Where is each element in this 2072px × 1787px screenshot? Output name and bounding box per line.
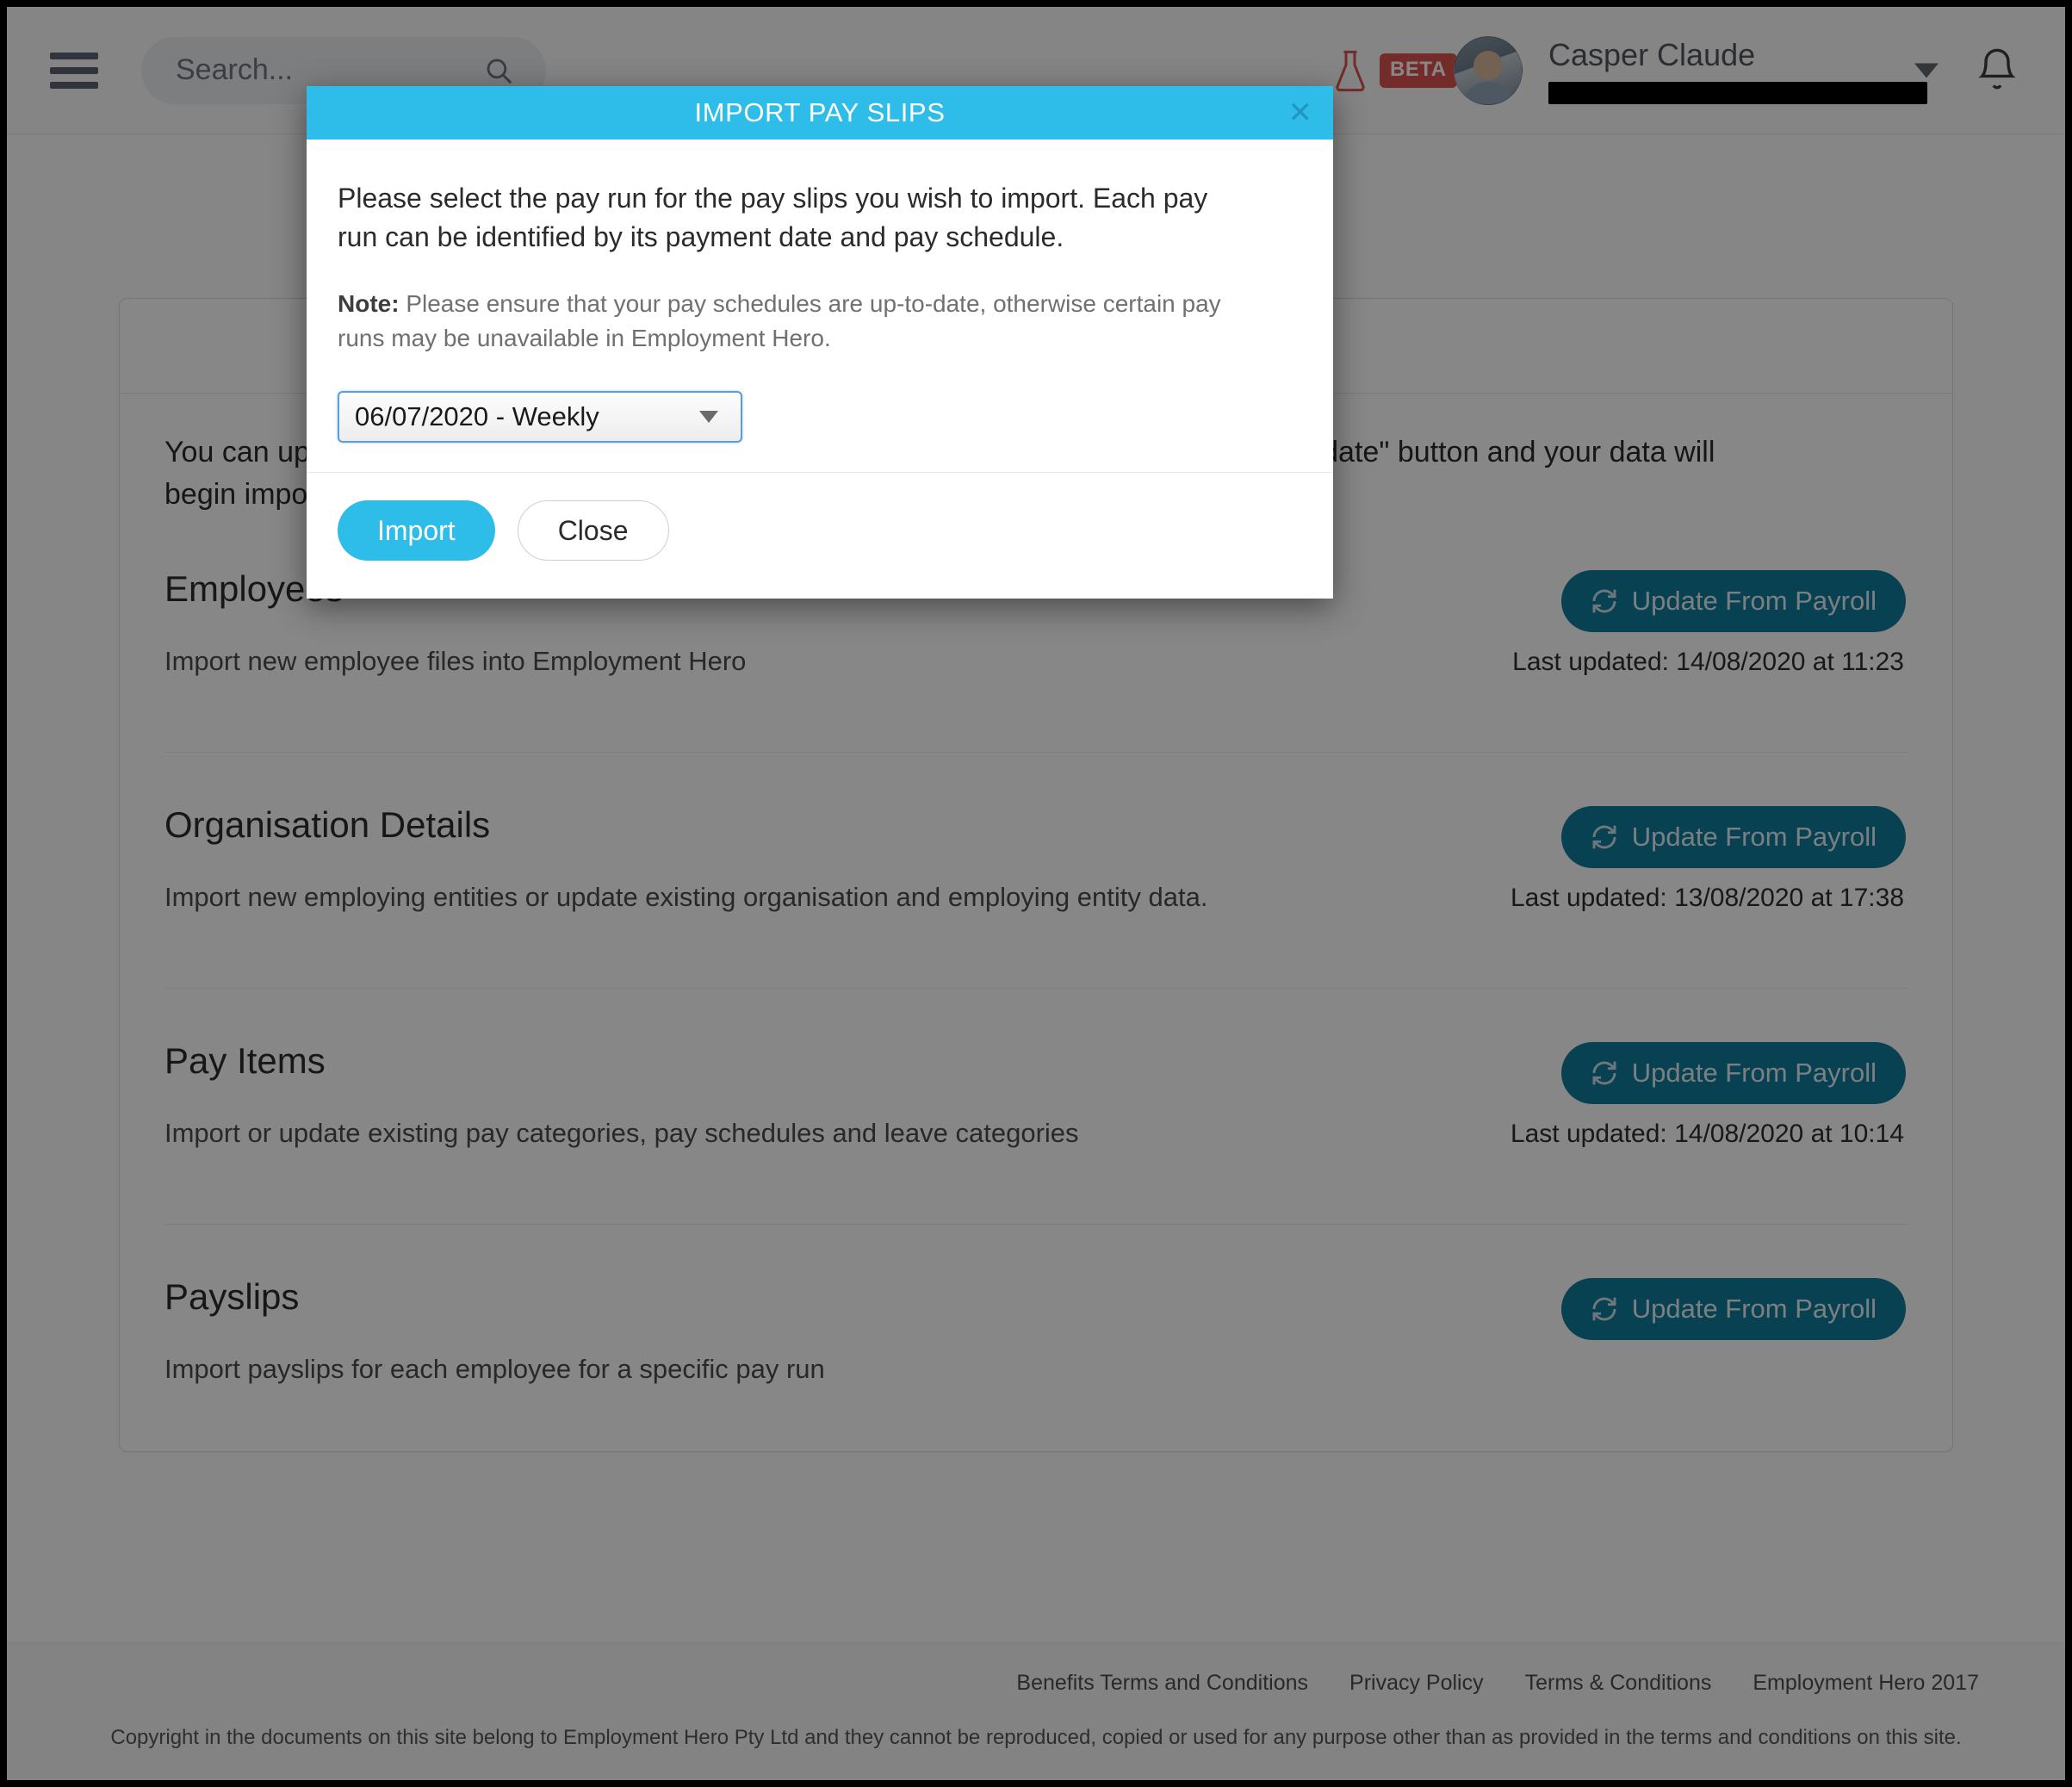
modal-title: IMPORT PAY SLIPS — [694, 97, 946, 127]
chevron-down-icon — [699, 411, 718, 424]
pay-run-select[interactable]: 06/07/2020 - Weekly — [338, 391, 742, 444]
modal-note: Note: Please ensure that your pay schedu… — [338, 287, 1225, 357]
close-button[interactable]: Close — [517, 500, 669, 562]
browser-frame: Search... BETA Casper Claude You can upd… — [7, 7, 2065, 1780]
import-pay-slips-modal: IMPORT PAY SLIPS ✕ Please select the pay… — [307, 86, 1333, 599]
import-button[interactable]: Import — [338, 500, 495, 562]
pay-run-select-value: 06/07/2020 - Weekly — [355, 401, 599, 432]
close-icon[interactable]: ✕ — [1288, 98, 1313, 127]
modal-header: IMPORT PAY SLIPS ✕ — [307, 86, 1333, 140]
modal-lead-text: Please select the pay run for the pay sl… — [338, 183, 1208, 253]
modal-body: Please select the pay run for the pay sl… — [307, 140, 1333, 472]
modal-footer: Import Close — [307, 472, 1333, 599]
modal-note-label: Note: — [338, 289, 400, 317]
modal-note-text: Please ensure that your pay schedules ar… — [338, 289, 1221, 352]
